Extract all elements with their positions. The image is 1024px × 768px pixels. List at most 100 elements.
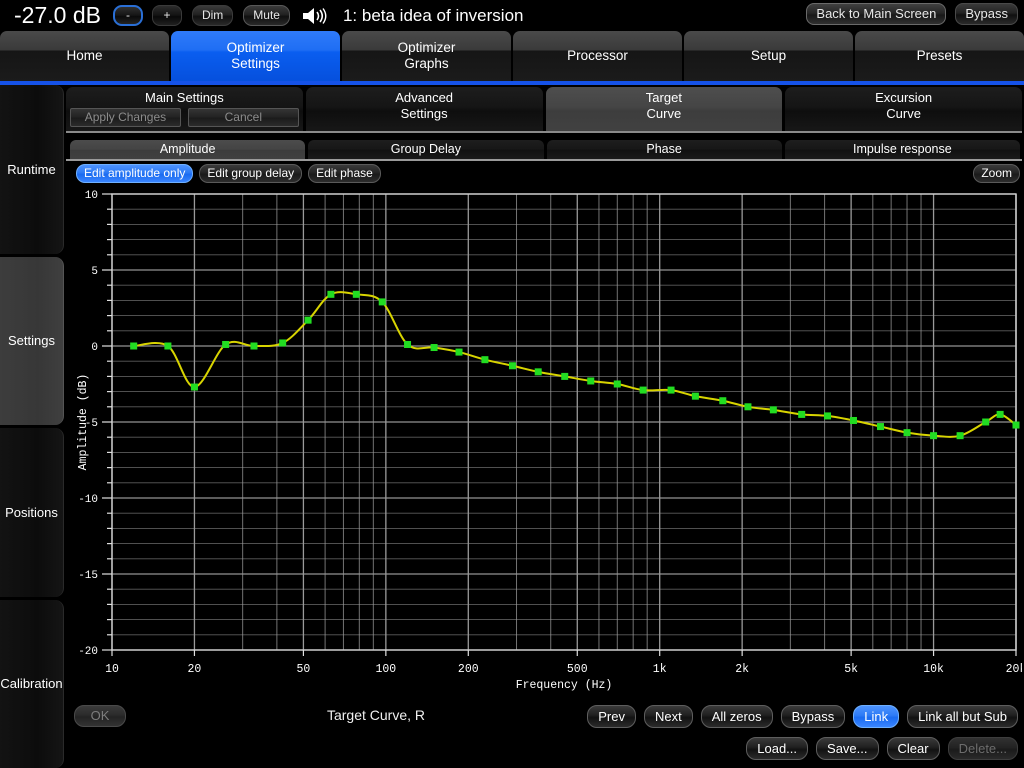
chart-grid xyxy=(112,194,1016,650)
subtab-label: Target xyxy=(646,90,682,106)
load-button[interactable]: Load... xyxy=(746,737,808,760)
mute-button[interactable]: Mute xyxy=(243,5,290,26)
tab-setup[interactable]: Setup xyxy=(684,31,853,81)
tab-label: Optimizer xyxy=(398,40,456,56)
volume-up-button[interactable]: + xyxy=(152,5,182,26)
sidebar-item-label: Calibration xyxy=(0,676,62,691)
curve-control-point xyxy=(587,377,594,384)
curve-control-point xyxy=(719,397,726,404)
svg-text:100: 100 xyxy=(375,663,396,676)
tab-optimizer-graphs[interactable]: Optimizer Graphs xyxy=(342,31,511,81)
link-button[interactable]: Link xyxy=(853,705,899,728)
tab-home[interactable]: Home xyxy=(0,31,169,81)
svg-text:50: 50 xyxy=(297,663,311,676)
sidebar-item-calibration[interactable]: Calibration xyxy=(0,600,64,768)
subtab-advanced-settings[interactable]: Advanced Settings xyxy=(306,87,543,131)
curve-control-point xyxy=(130,343,137,350)
tab-phase[interactable]: Phase xyxy=(547,140,782,159)
subtab-excursion-curve[interactable]: Excursion Curve xyxy=(785,87,1022,131)
svg-text:20: 20 xyxy=(188,663,202,676)
svg-text:10: 10 xyxy=(85,190,98,202)
curve-control-point xyxy=(279,339,286,346)
edit-phase-button[interactable]: Edit phase xyxy=(308,164,381,183)
preset-title: 1: beta idea of inversion xyxy=(343,6,524,26)
tab-label-line2: Settings xyxy=(231,56,280,72)
tab-amplitude[interactable]: Amplitude xyxy=(70,140,305,159)
subtab-label-line2: Curve xyxy=(647,106,682,122)
sub-tab-bar: Main Settings Apply Changes Cancel Advan… xyxy=(66,87,1022,131)
subtab-label: Advanced xyxy=(395,90,453,106)
curve-control-point xyxy=(744,403,751,410)
curve-control-point xyxy=(1013,422,1020,429)
all-zeros-button[interactable]: All zeros xyxy=(701,705,773,728)
bypass-button-top[interactable]: Bypass xyxy=(955,3,1018,25)
sidebar-item-label: Runtime xyxy=(7,162,55,177)
subtab-label-line2: Curve xyxy=(886,106,921,122)
curve-control-point xyxy=(824,412,831,419)
file-action-row: Load... Save... Clear Delete... xyxy=(66,734,1022,762)
curve-control-point xyxy=(561,373,568,380)
sidebar-item-label: Settings xyxy=(8,333,55,348)
curve-control-point xyxy=(904,429,911,436)
subtab-main-settings[interactable]: Main Settings Apply Changes Cancel xyxy=(66,87,303,131)
top-bar-right-group: Back to Main Screen Bypass xyxy=(806,3,1018,25)
svg-text:1k: 1k xyxy=(653,663,667,676)
tab-optimizer-settings[interactable]: Optimizer Settings xyxy=(171,31,340,81)
sidebar-item-positions[interactable]: Positions xyxy=(0,428,64,597)
link-all-but-sub-button[interactable]: Link all but Sub xyxy=(907,705,1018,728)
sub-tab-underline xyxy=(66,131,1022,133)
dim-button[interactable]: Dim xyxy=(192,5,233,26)
curve-control-point xyxy=(982,419,989,426)
subtab-label: Main Settings xyxy=(145,90,224,106)
prev-button[interactable]: Prev xyxy=(587,705,636,728)
svg-text:-20: -20 xyxy=(78,646,98,658)
apply-changes-button[interactable]: Apply Changes xyxy=(70,108,181,127)
curve-control-point xyxy=(305,317,312,324)
chart-svg[interactable]: 1050-5-10-15-201020501002005001k2k5k10k2… xyxy=(66,184,1022,700)
svg-text:200: 200 xyxy=(458,663,479,676)
save-button[interactable]: Save... xyxy=(816,737,878,760)
svg-text:-10: -10 xyxy=(78,494,98,506)
curve-control-point xyxy=(668,387,675,394)
clear-button[interactable]: Clear xyxy=(887,737,940,760)
edit-amplitude-only-button[interactable]: Edit amplitude only xyxy=(76,164,193,183)
svg-text:5k: 5k xyxy=(844,663,858,676)
subtab-label: Excursion xyxy=(875,90,932,106)
svg-text:10k: 10k xyxy=(923,663,944,676)
curve-control-point xyxy=(997,411,1004,418)
tab-presets[interactable]: Presets xyxy=(855,31,1024,81)
curve-control-point xyxy=(191,384,198,391)
curve-control-point xyxy=(930,432,937,439)
sidebar-item-settings[interactable]: Settings xyxy=(0,257,64,426)
tab-label: Presets xyxy=(917,48,963,64)
zoom-button[interactable]: Zoom xyxy=(973,164,1020,183)
bypass-button[interactable]: Bypass xyxy=(781,705,846,728)
tab-group-delay[interactable]: Group Delay xyxy=(308,140,543,159)
curve-control-point xyxy=(431,344,438,351)
target-curve-chart[interactable]: 1050-5-10-15-201020501002005001k2k5k10k2… xyxy=(66,184,1022,700)
curve-control-point xyxy=(250,343,257,350)
edit-group-delay-button[interactable]: Edit group delay xyxy=(199,164,302,183)
cancel-button[interactable]: Cancel xyxy=(188,108,299,127)
curve-control-point xyxy=(164,343,171,350)
curve-action-row: Prev Next All zeros Bypass Link Link all… xyxy=(587,705,1018,728)
tab-processor[interactable]: Processor xyxy=(513,31,682,81)
tab-label: Optimizer xyxy=(227,40,285,56)
sidebar-item-runtime[interactable]: Runtime xyxy=(0,85,64,254)
curve-control-point xyxy=(379,298,386,305)
subtab-label-line2: Settings xyxy=(401,106,448,122)
next-button[interactable]: Next xyxy=(644,705,693,728)
back-to-main-screen-button[interactable]: Back to Main Screen xyxy=(806,3,946,25)
svg-text:0: 0 xyxy=(91,342,98,354)
subtab-target-curve[interactable]: Target Curve xyxy=(546,87,783,131)
curve-type-tab-bar: Amplitude Group Delay Phase Impulse resp… xyxy=(70,140,1020,159)
top-bar: -27.0 dB - + Dim Mute 1: beta idea of in… xyxy=(0,0,1024,31)
svg-text:2k: 2k xyxy=(735,663,749,676)
delete-button[interactable]: Delete... xyxy=(948,737,1018,760)
edit-mode-row: Edit amplitude only Edit group delay Edi… xyxy=(76,164,1022,183)
curve-control-point xyxy=(850,417,857,424)
volume-readout: -27.0 dB xyxy=(14,2,101,29)
tab-impulse-response[interactable]: Impulse response xyxy=(785,140,1020,159)
curve-control-point xyxy=(798,411,805,418)
volume-down-button[interactable]: - xyxy=(113,5,143,26)
